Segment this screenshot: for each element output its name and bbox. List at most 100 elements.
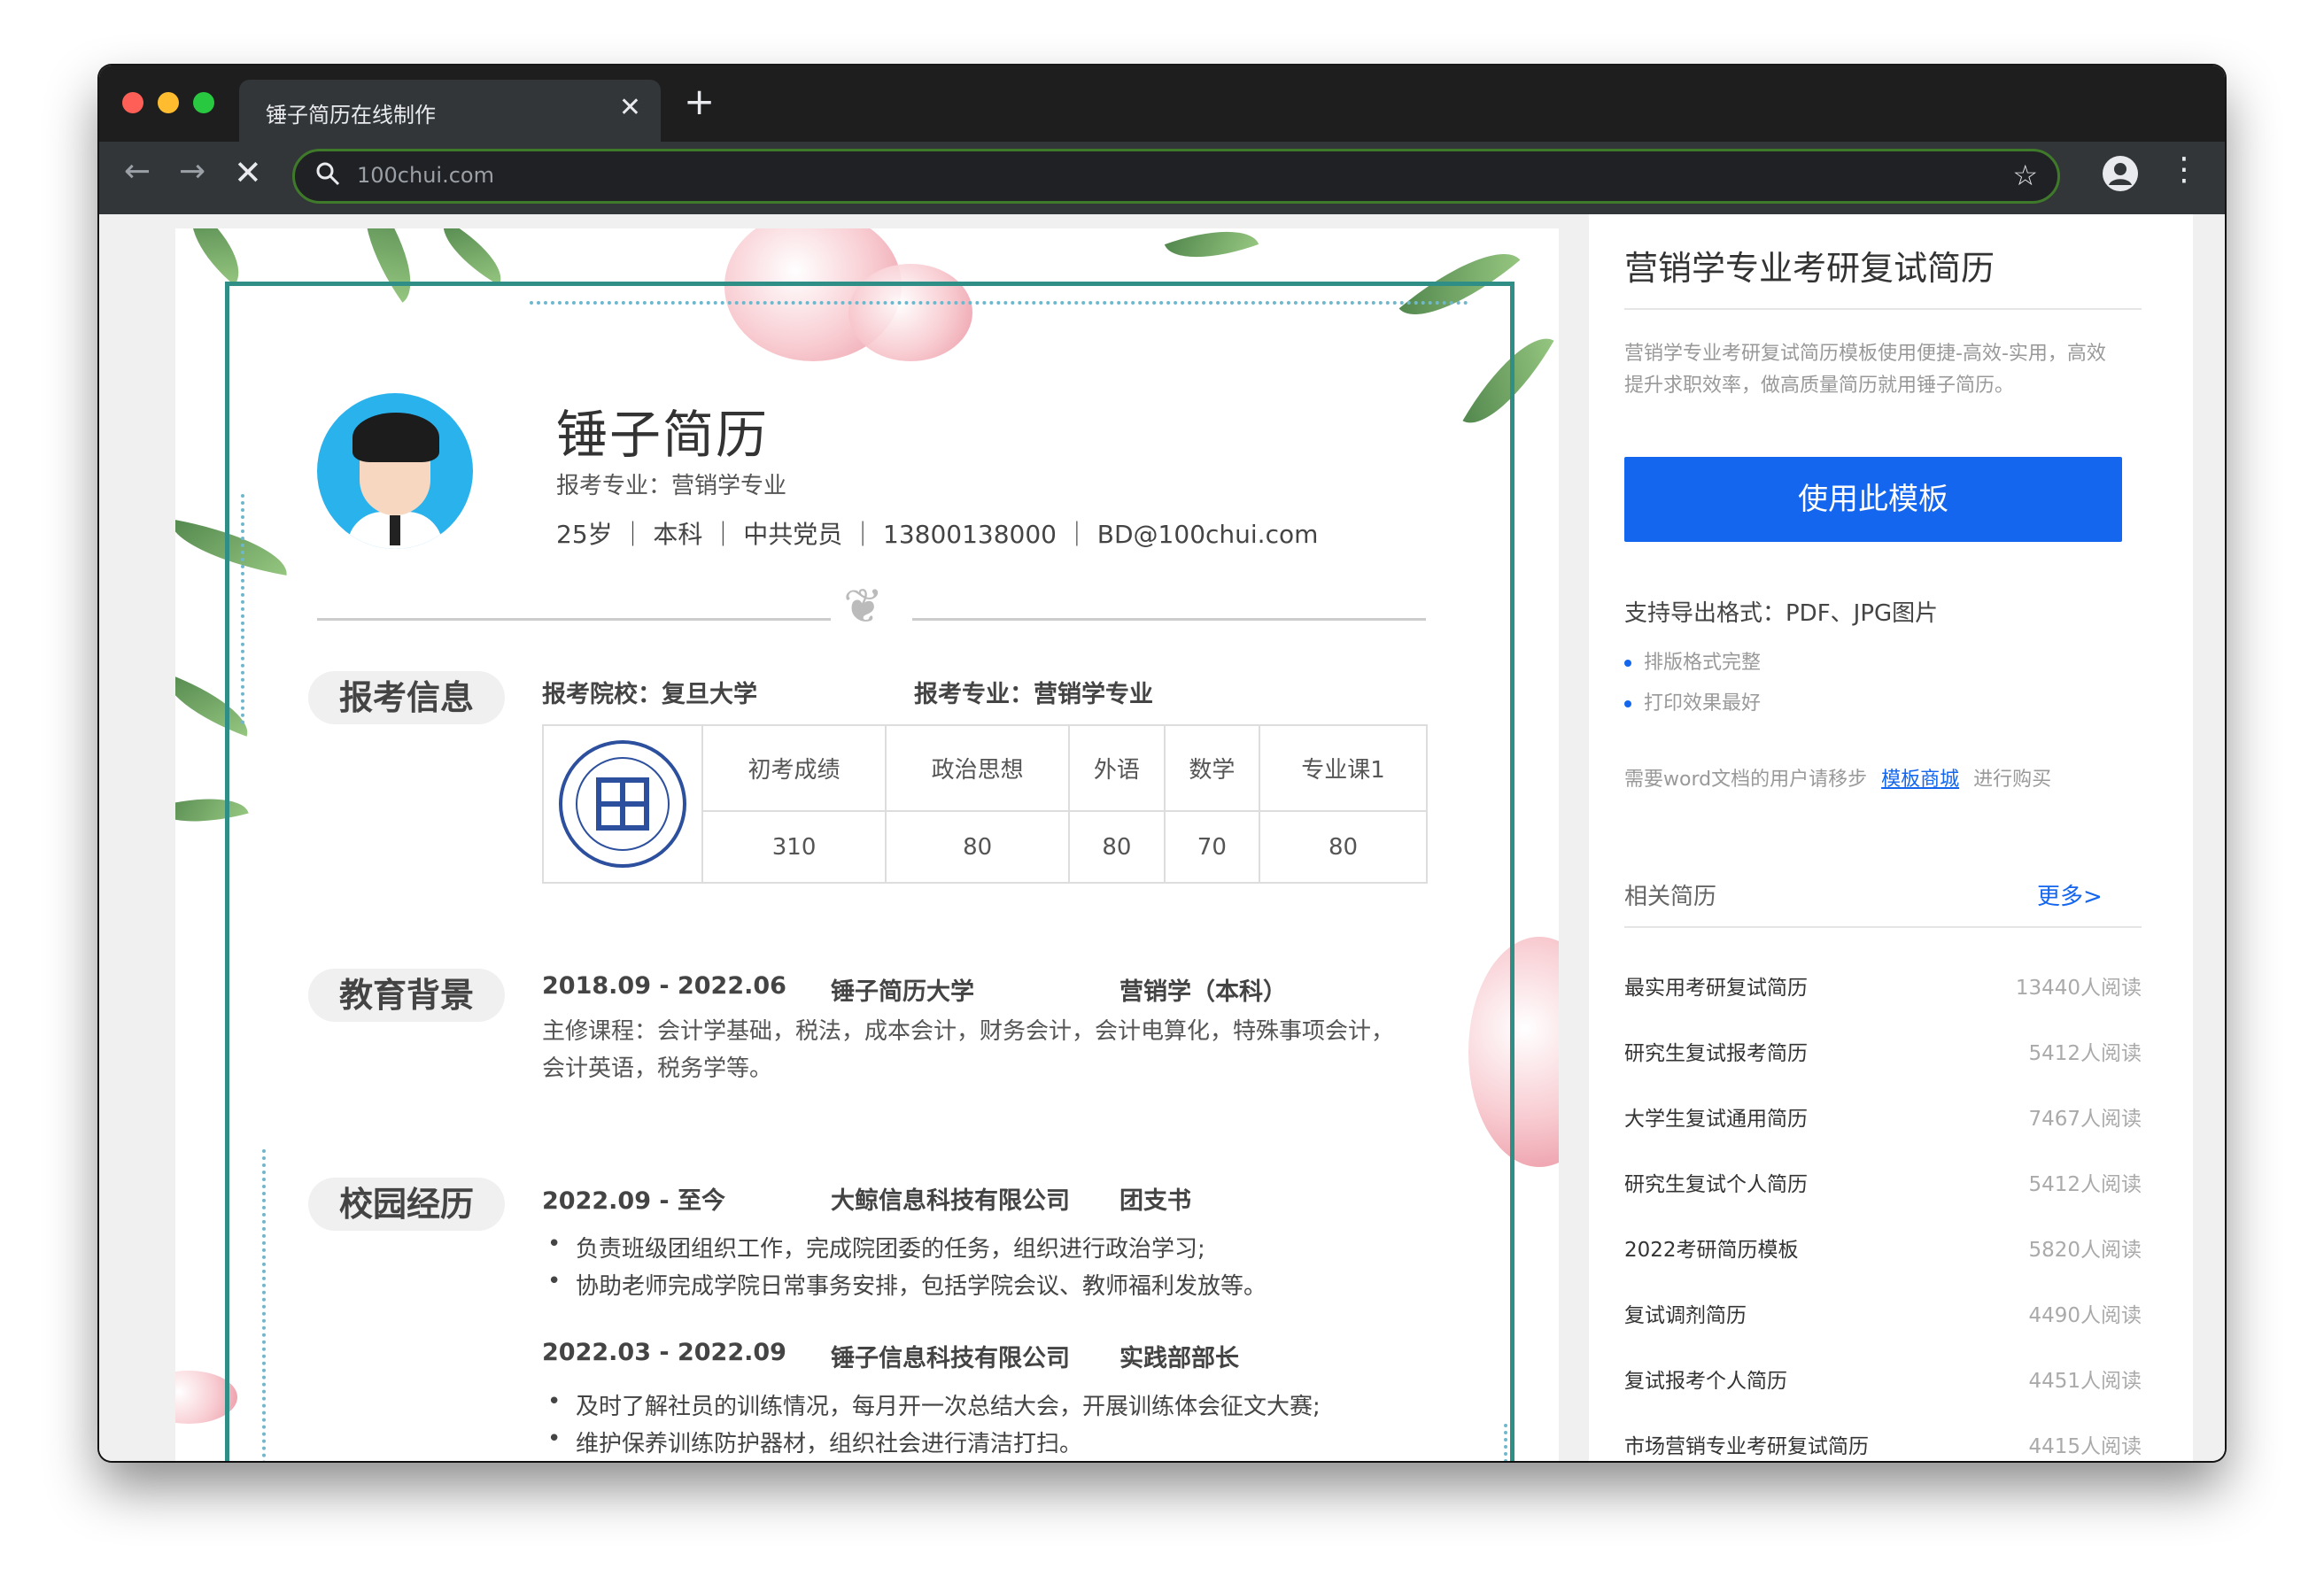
close-window-button[interactable] xyxy=(122,92,143,113)
related-item-name: 最实用考研复试简历 xyxy=(1624,977,1808,1000)
related-item-count: 5412人阅读 xyxy=(2028,1042,2142,1065)
tab-strip: 锤子简历在线制作 ✕ + xyxy=(99,66,2225,142)
address-bar[interactable]: 100chui.com ☆ xyxy=(292,149,2060,204)
export-formats: 支持导出格式：PDF、JPG图片 xyxy=(1624,600,1939,627)
section-title-education: 教育背景 xyxy=(308,969,505,1022)
related-item[interactable]: 2022考研简历模板 5820人阅读 xyxy=(1624,1233,2142,1268)
job-role: 团支书 xyxy=(1119,1187,1191,1215)
template-title: 营销学专业考研复试简历 xyxy=(1624,249,1995,288)
related-item-name: 大学生复试通用简历 xyxy=(1624,1108,1808,1131)
leaf-decoration xyxy=(175,228,258,286)
lotus-ornament-icon: ❦ xyxy=(843,578,884,634)
related-item-count: 7467人阅读 xyxy=(2028,1108,2142,1131)
related-item-count: 4415人阅读 xyxy=(2028,1435,2142,1458)
related-item-name: 复试调剂简历 xyxy=(1624,1304,1747,1327)
tab-active[interactable]: 锤子简历在线制作 ✕ xyxy=(239,80,661,142)
bookmark-star-icon[interactable]: ☆ xyxy=(2012,158,2038,192)
job-period: 2022.09 - 至今 xyxy=(542,1187,725,1215)
education-period: 2018.09 - 2022.06 xyxy=(542,972,786,1000)
person-icon xyxy=(2109,163,2132,185)
related-item-count: 4490人阅读 xyxy=(2028,1304,2142,1327)
forward-arrow-icon[interactable]: → xyxy=(179,156,205,188)
resume-name: 锤子简历 xyxy=(556,405,770,465)
dotted-border xyxy=(262,1149,266,1461)
divider-line xyxy=(317,618,831,621)
bullet-dot: • xyxy=(547,1268,562,1294)
related-item-name: 2022考研简历模板 xyxy=(1624,1239,1799,1262)
apply-school: 报考院校：复旦大学 xyxy=(542,681,757,708)
job-bullet: 负责班级团组织工作，完成院团委的任务，组织进行政治学习; xyxy=(576,1236,1205,1263)
dotted-border xyxy=(1504,1424,1507,1461)
apply-major: 报考专业：营销学专业 xyxy=(914,681,1153,708)
related-item[interactable]: 复试调剂简历 4490人阅读 xyxy=(1624,1298,2142,1333)
section-title-campus: 校园经历 xyxy=(308,1178,505,1231)
bullet-dot-icon xyxy=(1624,660,1631,667)
bullet-dot: • xyxy=(547,1426,562,1452)
dotted-border xyxy=(241,494,244,724)
browser-menu-icon[interactable]: ⋮ xyxy=(2168,154,2200,186)
related-item[interactable]: 最实用考研复试简历 13440人阅读 xyxy=(1624,970,2142,1006)
resume-contact: 25岁 ｜ 本科 ｜ 中共党员 ｜ 13800138000 ｜ BD@100ch… xyxy=(556,520,1319,549)
bullet-dot-icon xyxy=(1624,700,1631,707)
template-sidebar: 营销学专业考研复试简历 营销学专业考研复试简历模板使用便捷-高效-实用，高效提升… xyxy=(1589,214,2193,1461)
related-item-count: 5820人阅读 xyxy=(2028,1239,2142,1262)
word-notice-prefix: 需要word文档的用户请移步 xyxy=(1624,769,1868,791)
related-title: 相关简历 xyxy=(1624,884,1717,910)
related-item[interactable]: 研究生复试个人简历 5412人阅读 xyxy=(1624,1167,2142,1202)
education-courses: 主修课程：会计学基础，税法，成本会计，财务会计，会计电算化，特殊事项会计，会计英… xyxy=(542,1018,1395,1082)
score-value: 70 xyxy=(1163,810,1261,884)
maximize-window-button[interactable] xyxy=(193,92,214,113)
leaf-decoration xyxy=(430,228,515,286)
avatar xyxy=(317,393,473,549)
avatar-tie xyxy=(390,515,400,545)
word-notice: 需要word文档的用户请移步 模板商城 进行购买 xyxy=(1624,763,2051,792)
url-text: 100chui.com xyxy=(357,163,494,188)
related-item[interactable]: 研究生复试报考简历 5412人阅读 xyxy=(1624,1036,2142,1071)
score-value: 80 xyxy=(1068,810,1166,884)
avatar-hair xyxy=(352,413,439,462)
profile-avatar-icon[interactable] xyxy=(2103,156,2138,191)
resume-preview: 锤子简历 报考专业：营销学专业 25岁 ｜ 本科 ｜ 中共党员 ｜ 138001… xyxy=(175,228,1559,1461)
related-item-count: 5412人阅读 xyxy=(2028,1173,2142,1196)
back-arrow-icon[interactable]: ← xyxy=(124,156,151,188)
browser-toolbar: ← → ✕ 100chui.com ☆ ⋮ xyxy=(99,142,2225,214)
dotted-border xyxy=(530,301,1468,305)
related-item[interactable]: 大学生复试通用简历 7467人阅读 xyxy=(1624,1101,2142,1137)
education-degree: 营销学（本科） xyxy=(1119,978,1287,1006)
job-bullet: 及时了解社员的训练情况，每月开一次总结大会，开展训练体会征文大赛; xyxy=(576,1394,1321,1420)
word-notice-suffix: 进行购买 xyxy=(1973,769,2052,791)
bullet-dot: • xyxy=(547,1388,562,1415)
more-link[interactable]: 更多> xyxy=(2037,878,2103,911)
score-value: 310 xyxy=(701,810,887,884)
related-item[interactable]: 复试报考个人简历 4451人阅读 xyxy=(1624,1364,2142,1399)
score-header: 政治思想 xyxy=(885,723,1071,813)
related-item-count: 4451人阅读 xyxy=(2028,1370,2142,1393)
tab-close-icon[interactable]: ✕ xyxy=(619,92,641,123)
template-description: 营销学专业考研复试简历模板使用便捷-高效-实用，高效提升求职效率，做高质量简历就… xyxy=(1624,343,2106,397)
school-logo-cell xyxy=(542,724,703,884)
divider-line xyxy=(1624,926,2142,928)
resume-major: 报考专业：营销学专业 xyxy=(556,473,787,499)
job-period: 2022.03 - 2022.09 xyxy=(542,1339,786,1366)
new-tab-button[interactable]: + xyxy=(684,83,715,120)
score-header: 初考成绩 xyxy=(701,723,887,813)
minimize-window-button[interactable] xyxy=(158,92,179,113)
template-store-link[interactable]: 模板商城 xyxy=(1881,769,1959,791)
related-item[interactable]: 市场营销专业考研复试简历 4415人阅读 xyxy=(1624,1429,2142,1461)
related-item-name: 市场营销专业考研复试简历 xyxy=(1624,1435,1869,1458)
stop-loading-icon[interactable]: ✕ xyxy=(234,156,262,189)
education-school: 锤子简历大学 xyxy=(831,978,974,1006)
job-bullet: 维护保养训练防护器材，组织社会进行清洁打扫。 xyxy=(576,1431,1083,1457)
related-item-name: 复试报考个人简历 xyxy=(1624,1370,1787,1393)
feature-item: 打印效果最好 xyxy=(1624,687,1761,715)
score-value: 80 xyxy=(885,810,1071,884)
browser-window: 锤子简历在线制作 ✕ + ← → ✕ 100chui.com ☆ ⋮ 锤子简历 … xyxy=(99,66,2225,1461)
job-bullet: 协助老师完成学院日常事务安排，包括学院会议、教师福利发放等。 xyxy=(576,1273,1267,1300)
page-viewport: 锤子简历 报考专业：营销学专业 25岁 ｜ 本科 ｜ 中共党员 ｜ 138001… xyxy=(99,214,2225,1461)
section-title-apply: 报考信息 xyxy=(308,671,505,724)
leaf-decoration xyxy=(1164,228,1259,275)
use-template-button[interactable]: 使用此模板 xyxy=(1624,457,2122,542)
score-value: 80 xyxy=(1259,810,1428,884)
feature-label: 排版格式完整 xyxy=(1644,652,1762,674)
score-header: 外语 xyxy=(1068,723,1166,813)
